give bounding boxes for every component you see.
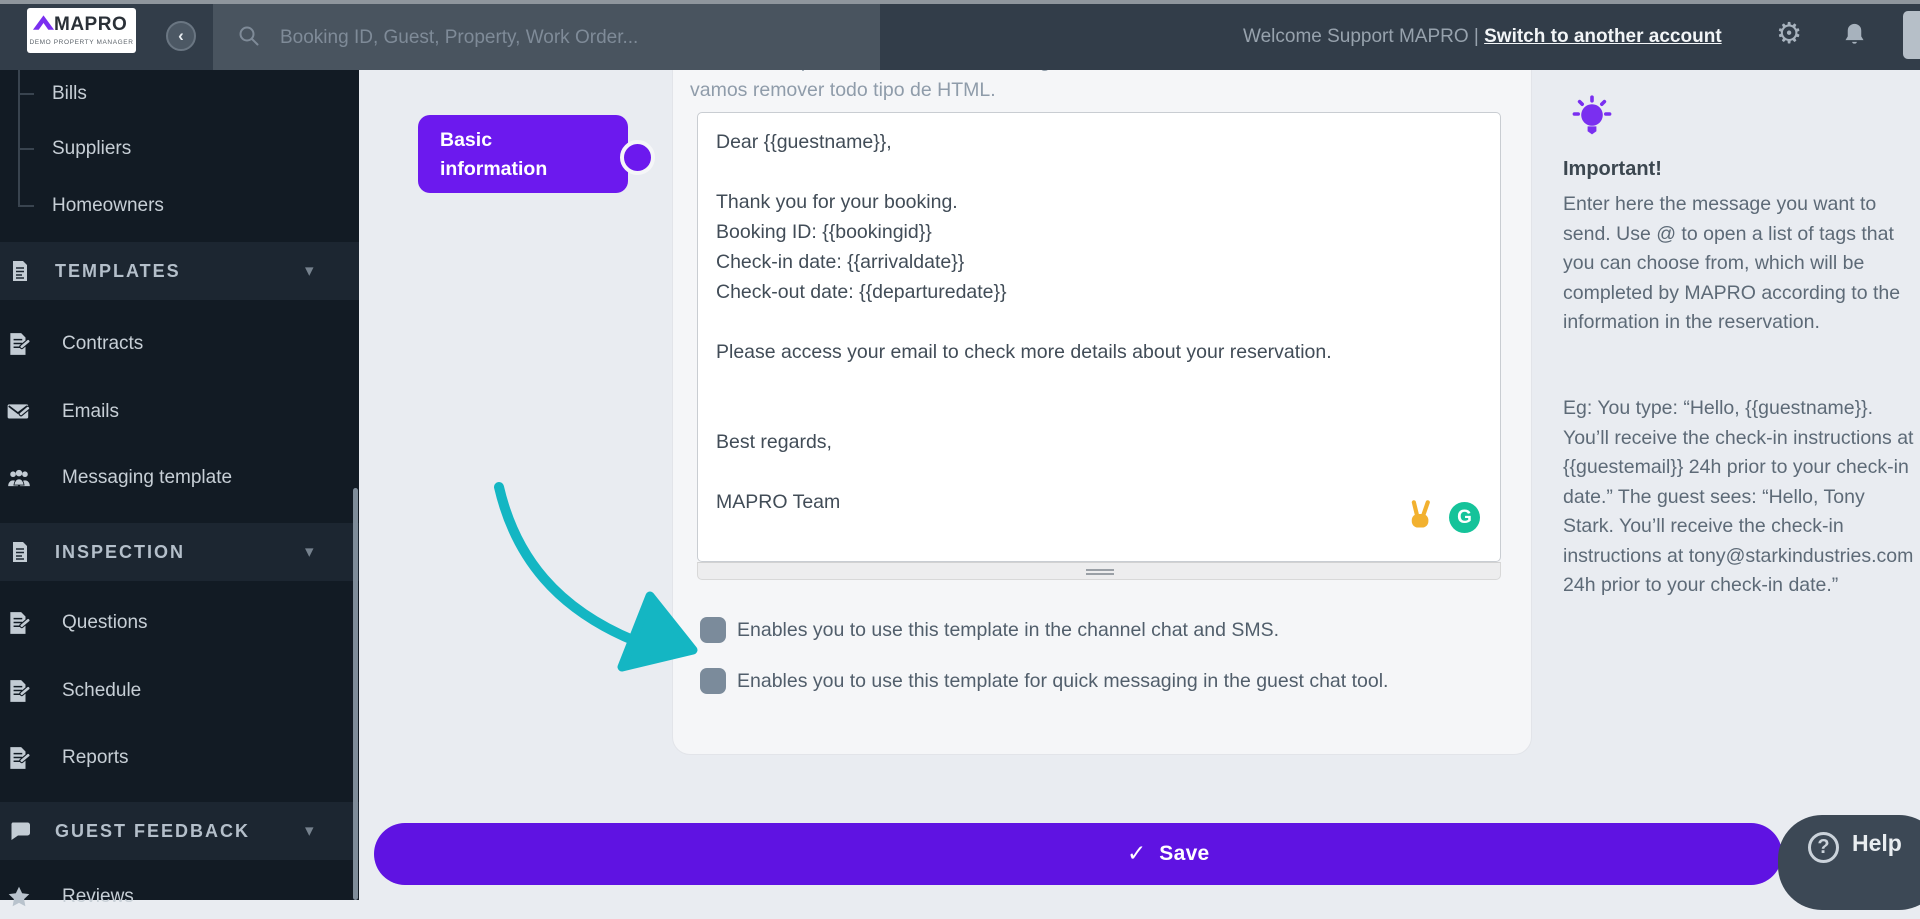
grip-lines [1086, 573, 1114, 575]
sidebar-section-label: GUEST FEEDBACK [55, 821, 250, 842]
sidebar-item-label: Suppliers [52, 138, 131, 160]
document-icon [8, 258, 32, 284]
help-panel-heading: Important! [1563, 158, 1662, 181]
sidebar-item-emails[interactable]: Emails [0, 390, 359, 434]
doc-pen-icon [6, 610, 32, 636]
sidebar-nav: Bills Suppliers Homeowners TEMPLATES ▾ C… [0, 70, 359, 900]
checkbox-label-channel-chat-sms: Enables you to use this template in the … [737, 617, 1279, 643]
help-panel-paragraph-2: Eg: You type: “Hello, {{guestname}}. You… [1563, 394, 1917, 601]
tab-step-dot [620, 140, 655, 175]
welcome-text: Welcome Support MAPRO [1243, 26, 1469, 47]
checkbox-quick-messaging[interactable] [700, 668, 726, 694]
sidebar-section-label: TEMPLATES [55, 261, 181, 282]
help-panel-paragraph-1: Enter here the message you want to send.… [1563, 190, 1917, 338]
star-icon [6, 884, 32, 910]
intro-line: vamos remover todo tipo de HTML. [690, 79, 1490, 102]
logo-tagline: DEMO PROPERTY MANAGER [29, 39, 134, 46]
help-label: Help [1852, 830, 1902, 857]
sidebar-item-questions[interactable]: Questions [0, 601, 359, 645]
sidebar-section-inspection[interactable]: INSPECTION ▾ [0, 523, 359, 581]
sidebar-section-label: INSPECTION [55, 542, 185, 563]
chevron-down-icon: ▾ [305, 821, 314, 841]
sidebar-item-label: Emails [62, 401, 119, 423]
victory-hand-emoji [1406, 498, 1436, 530]
chevron-down-icon: ▾ [305, 261, 314, 281]
tab-basic-information[interactable]: Basic information [418, 115, 628, 193]
sidebar-item-label: Homeowners [52, 195, 164, 217]
settings-gear-icon[interactable]: ⚙ [1776, 19, 1802, 48]
save-button[interactable]: ✓ Save [374, 823, 1782, 885]
question-circle-icon: ? [1808, 832, 1839, 863]
sidebar-scrollbar[interactable] [353, 488, 358, 900]
notifications-bell-icon[interactable] [1841, 21, 1868, 48]
email-icon [6, 399, 32, 425]
sidebar-item-label: Bills [52, 83, 87, 105]
chat-icon [8, 818, 32, 844]
chevron-left-icon: ‹ [178, 27, 184, 44]
sidebar-item-reports[interactable]: Reports [0, 736, 359, 780]
app-logo: MAPRO DEMO PROPERTY MANAGER [27, 8, 136, 53]
search-icon [237, 24, 261, 48]
sidebar-item-bills[interactable]: Bills [0, 72, 359, 116]
sidebar-item-label: Questions [62, 612, 148, 634]
welcome-area: Welcome Support MAPRO | Switch to anothe… [1243, 4, 1722, 70]
grammarly-letter: G [1457, 507, 1472, 529]
topbar-top-strip [0, 0, 1920, 4]
chevron-down-icon: ▾ [305, 542, 314, 562]
tab-label-line1: Basic [440, 126, 628, 155]
sidebar-section-guest-feedback[interactable]: GUEST FEEDBACK ▾ [0, 802, 359, 860]
doc-pen-icon [6, 678, 32, 704]
user-avatar[interactable] [1903, 11, 1920, 59]
checkbox-channel-chat-sms[interactable] [700, 617, 726, 643]
save-label: Save [1159, 842, 1209, 866]
switch-account-link[interactable]: Switch to another account [1484, 26, 1722, 47]
lightbulb-icon [1568, 94, 1616, 142]
sidebar-collapse-button[interactable]: ‹ [166, 21, 196, 51]
sidebar-item-suppliers[interactable]: Suppliers [0, 127, 359, 171]
people-icon [6, 465, 32, 491]
sidebar-item-schedule[interactable]: Schedule [0, 669, 359, 713]
help-button[interactable]: ? Help [1778, 815, 1920, 910]
sidebar-item-label: Messaging template [62, 467, 232, 489]
logo-brand-text: MAPRO [54, 14, 127, 36]
sidebar-item-label: Reports [62, 747, 129, 769]
sidebar-item-homeowners[interactable]: Homeowners [0, 184, 359, 228]
logo-caret-icon [32, 14, 55, 31]
editor-resize-handle[interactable] [697, 562, 1501, 580]
doc-pen-icon [6, 745, 32, 771]
contract-icon [6, 331, 32, 357]
tab-label-line2: information [440, 155, 628, 184]
grammarly-icon[interactable]: G [1449, 502, 1480, 533]
sidebar-item-label: Reviews [62, 886, 134, 908]
checkbox-label-quick-messaging: Enables you to use this template for qui… [737, 668, 1388, 694]
question-mark: ? [1817, 836, 1829, 859]
search-input[interactable] [278, 4, 862, 72]
sidebar-item-label: Schedule [62, 680, 141, 702]
grip-lines [1086, 569, 1114, 571]
welcome-divider: | [1474, 26, 1484, 47]
sidebar-section-templates[interactable]: TEMPLATES ▾ [0, 242, 359, 300]
sidebar-item-contracts[interactable]: Contracts [0, 322, 359, 366]
document-icon [8, 539, 32, 565]
sidebar-item-label: Contracts [62, 333, 143, 355]
sidebar-item-messaging-template[interactable]: Messaging template [0, 456, 359, 500]
message-template-editor[interactable]: Dear {{guestname}}, Thank you for your b… [697, 112, 1501, 562]
sidebar-item-reviews[interactable]: Reviews [0, 875, 359, 919]
check-icon: ✓ [1127, 841, 1146, 867]
